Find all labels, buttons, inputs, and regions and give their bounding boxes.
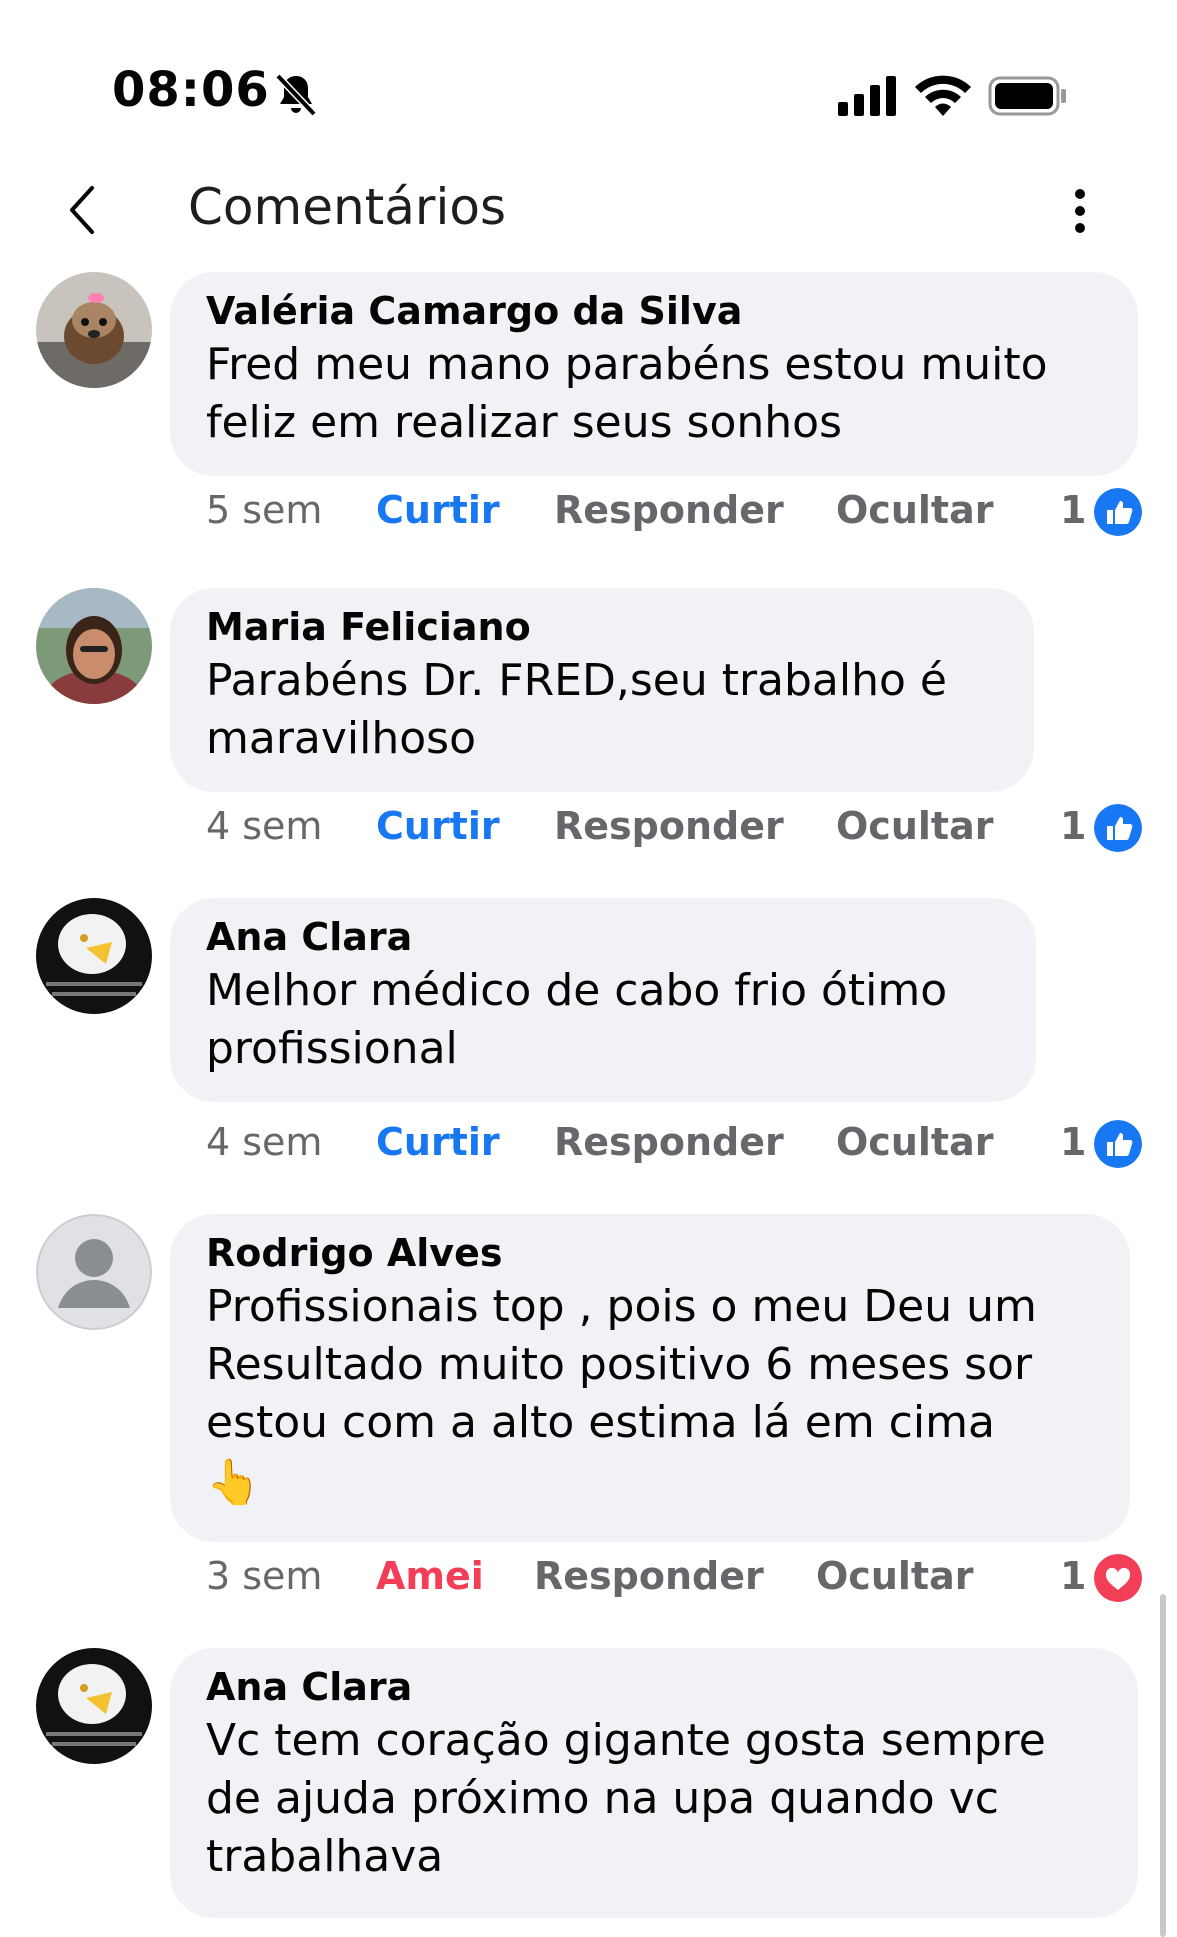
bell-muted-icon xyxy=(275,73,317,117)
like-icon xyxy=(1094,488,1142,536)
status-time: 08:06 xyxy=(112,62,270,118)
avatar[interactable] xyxy=(36,1214,152,1330)
battery-icon xyxy=(988,76,1066,116)
comment-text: Vc tem coração gigante gosta sempre de a… xyxy=(206,1715,1046,1882)
reply-button[interactable]: Responder xyxy=(534,1554,764,1598)
like-button[interactable]: Curtir xyxy=(376,804,500,848)
like-icon xyxy=(1094,804,1142,852)
avatar[interactable] xyxy=(36,1648,152,1764)
comment-text: Profissionais top , pois o meu Deu um Re… xyxy=(206,1281,1037,1448)
hide-button[interactable]: Ocultar xyxy=(816,1554,973,1598)
heart-icon xyxy=(1094,1554,1142,1602)
pointing-up-emoji: 👆 xyxy=(206,1457,261,1508)
comment-time: 5 sem xyxy=(206,488,323,532)
comment-text: Parabéns Dr. FRED,seu trabalho é maravil… xyxy=(206,655,947,764)
scrollbar[interactable] xyxy=(1160,1594,1166,1937)
avatar[interactable] xyxy=(36,588,152,704)
hide-button[interactable]: Ocultar xyxy=(836,488,993,532)
comments-header xyxy=(0,150,1177,280)
status-bar: 08:06 xyxy=(0,0,1177,150)
comment-bubble: Ana Clara Vc tem coração gigante gosta s… xyxy=(170,1648,1138,1918)
reply-button[interactable]: Responder xyxy=(554,1120,784,1164)
comment-bubble: Maria Feliciano Parabéns Dr. FRED,seu tr… xyxy=(170,588,1034,792)
reaction-count[interactable]: 1 xyxy=(1060,1554,1086,1598)
wifi-icon xyxy=(915,75,971,116)
comment-text: Fred meu mano parabéns estou muito feliz… xyxy=(206,339,1048,448)
commenter-name[interactable]: Maria Feliciano xyxy=(206,604,998,650)
cellular-signal-icon xyxy=(838,76,896,116)
comment-text: Melhor médico de cabo frio ótimo profiss… xyxy=(206,965,948,1074)
love-button[interactable]: Amei xyxy=(376,1554,484,1598)
avatar[interactable] xyxy=(36,898,152,1014)
comment-time: 4 sem xyxy=(206,804,323,848)
commenter-name[interactable]: Rodrigo Alves xyxy=(206,1230,1094,1276)
comment-bubble: Ana Clara Melhor médico de cabo frio óti… xyxy=(170,898,1036,1102)
back-arrow-icon[interactable] xyxy=(62,180,102,240)
comment-time: 4 sem xyxy=(206,1120,323,1164)
commenter-name[interactable]: Ana Clara xyxy=(206,1664,1102,1710)
reply-button[interactable]: Responder xyxy=(554,804,784,848)
like-button[interactable]: Curtir xyxy=(376,1120,500,1164)
comment-bubble: Valéria Camargo da Silva Fred meu mano p… xyxy=(170,272,1138,476)
more-options-icon[interactable] xyxy=(1060,186,1100,236)
commenter-name[interactable]: Valéria Camargo da Silva xyxy=(206,288,1102,334)
reply-button[interactable]: Responder xyxy=(554,488,784,532)
comment-time: 3 sem xyxy=(206,1554,323,1598)
reaction-count[interactable]: 1 xyxy=(1060,488,1086,532)
comment-bubble: Rodrigo Alves Profissionais top , pois o… xyxy=(170,1214,1130,1542)
reaction-count[interactable]: 1 xyxy=(1060,804,1086,848)
like-icon xyxy=(1094,1120,1142,1168)
hide-button[interactable]: Ocultar xyxy=(836,1120,993,1164)
commenter-name[interactable]: Ana Clara xyxy=(206,914,1000,960)
like-button[interactable]: Curtir xyxy=(376,488,500,532)
hide-button[interactable]: Ocultar xyxy=(836,804,993,848)
reaction-count[interactable]: 1 xyxy=(1060,1120,1086,1164)
avatar[interactable] xyxy=(36,272,152,388)
page-title: Comentários xyxy=(188,178,506,236)
